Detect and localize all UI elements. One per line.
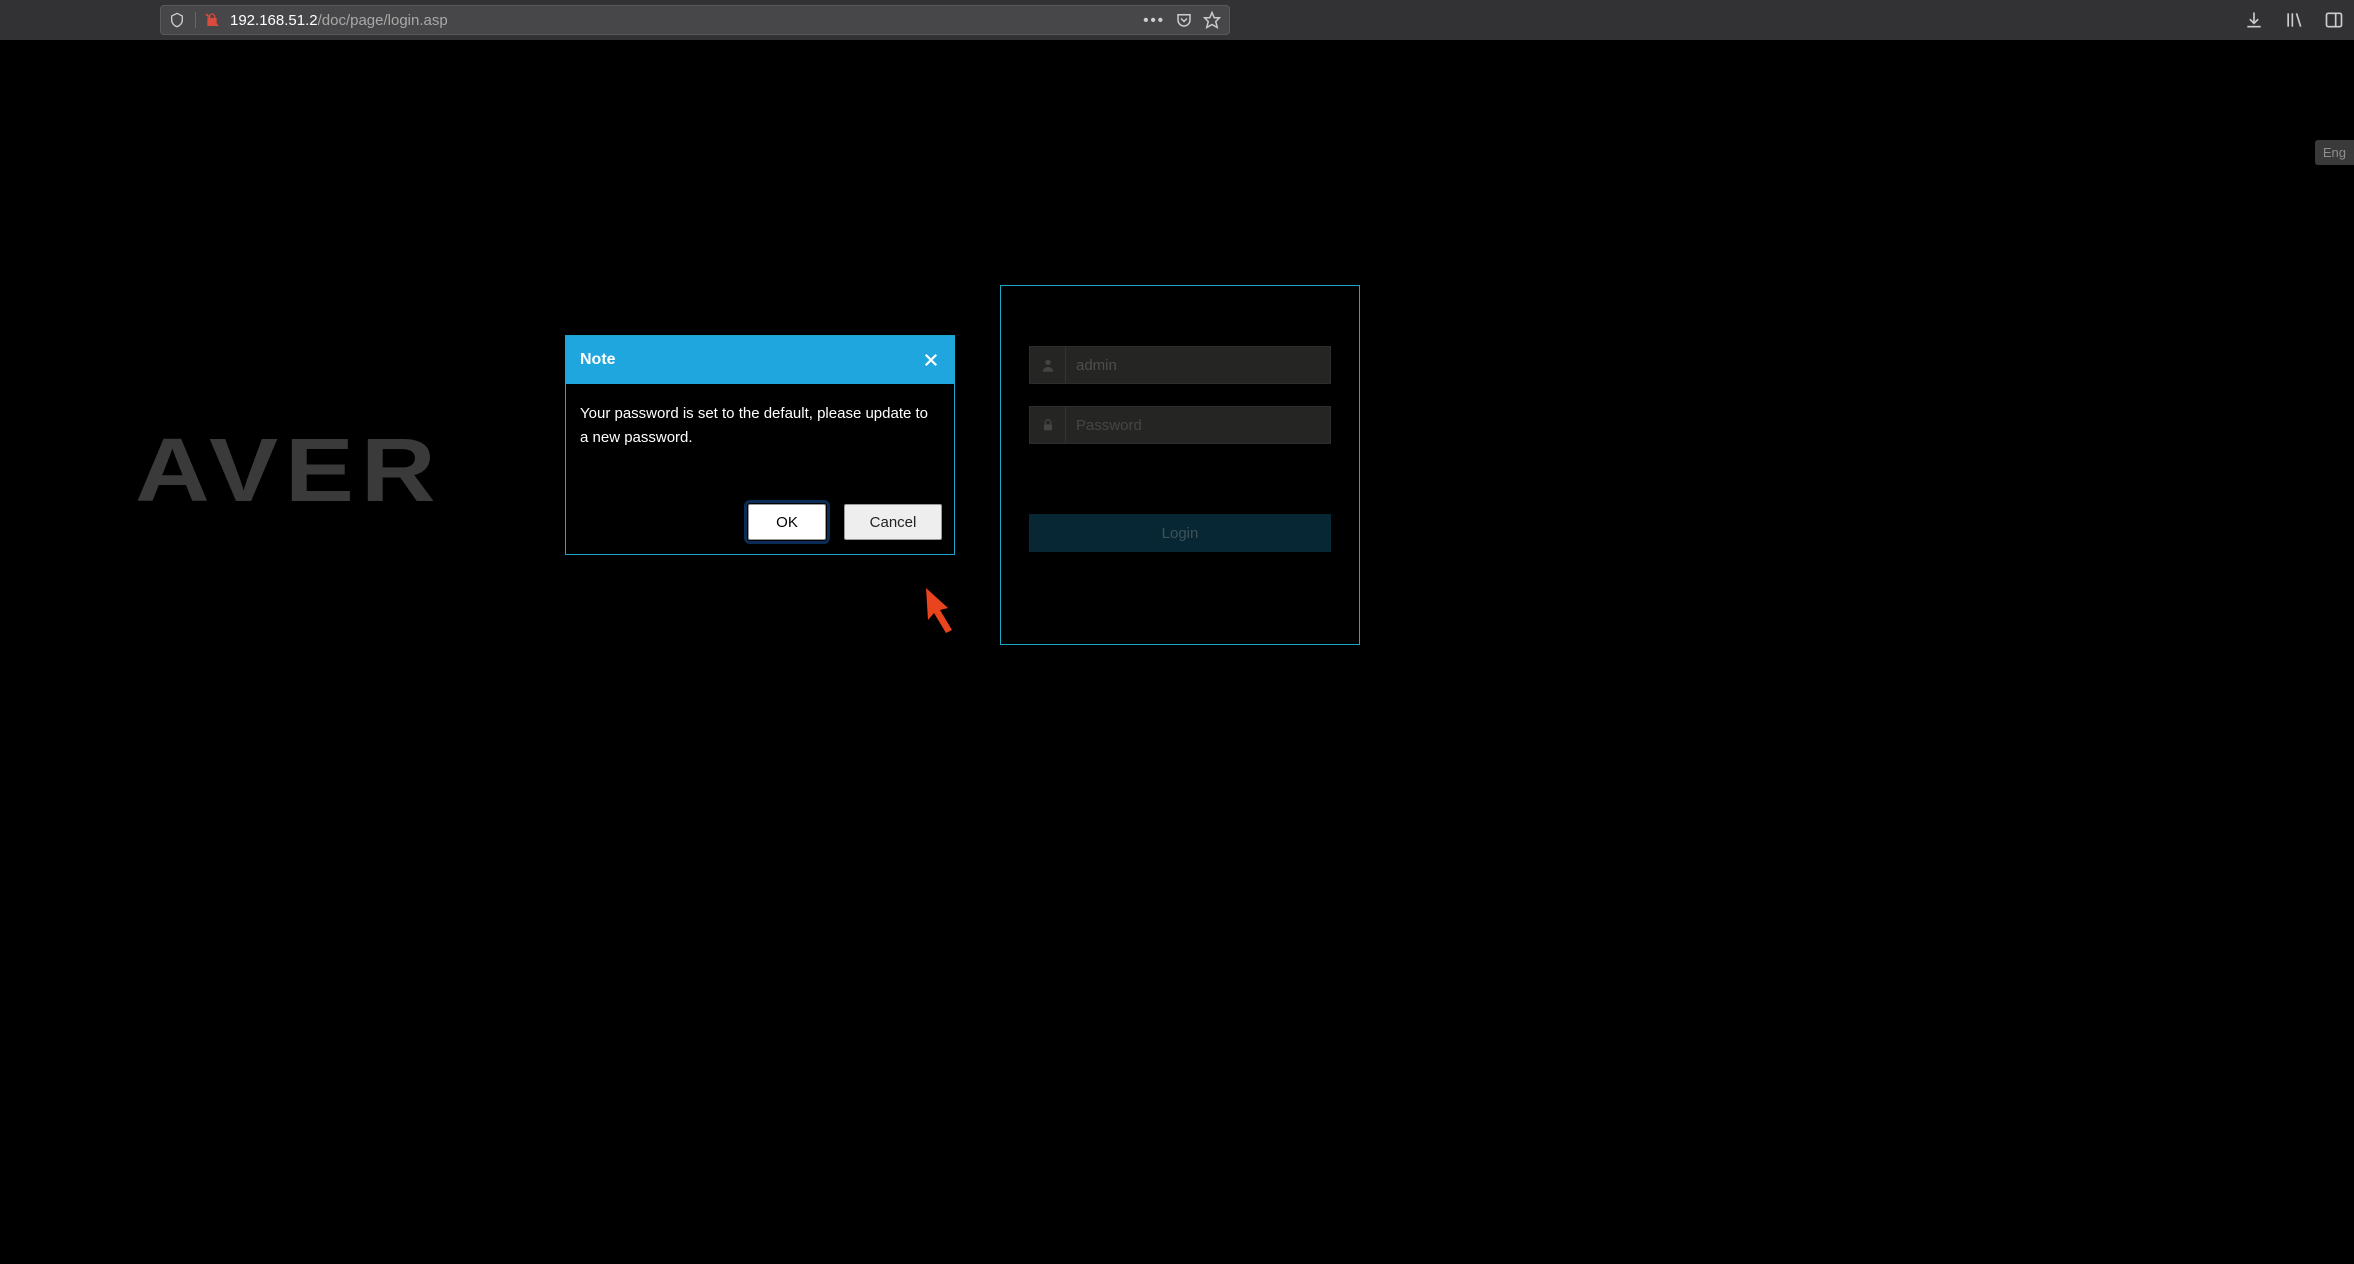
cancel-button[interactable]: Cancel (844, 504, 942, 540)
username-field-wrap (1029, 346, 1331, 384)
pocket-icon[interactable] (1175, 11, 1193, 29)
lock-icon (1030, 407, 1066, 443)
url-bar[interactable]: 192.168.51.2/doc/page/login.asp ••• (160, 5, 1230, 35)
login-panel: Login (1000, 285, 1360, 645)
browser-toolbar: 192.168.51.2/doc/page/login.asp ••• (0, 0, 2354, 40)
dim-overlay (1001, 286, 1359, 644)
ok-button[interactable]: OK (748, 504, 826, 540)
sidebar-icon[interactable] (2324, 10, 2344, 30)
library-icon[interactable] (2284, 10, 2304, 30)
close-icon[interactable] (922, 351, 940, 369)
url-text: 192.168.51.2/doc/page/login.asp (230, 12, 1133, 29)
language-selector[interactable]: Eng (2315, 140, 2354, 165)
brand-logo: AVER (135, 420, 442, 523)
page-content: Eng AVER Login Note Your password is set… (0, 40, 2354, 1264)
more-icon[interactable]: ••• (1143, 12, 1165, 29)
shield-icon (169, 12, 185, 28)
dialog-title: Note (580, 351, 616, 369)
password-field-wrap (1029, 406, 1331, 444)
password-input[interactable] (1066, 407, 1330, 443)
user-icon (1030, 347, 1066, 383)
username-input[interactable] (1066, 347, 1330, 383)
download-icon[interactable] (2244, 10, 2264, 30)
login-button[interactable]: Login (1029, 514, 1331, 552)
annotation-arrow-icon (918, 580, 972, 639)
dialog-header: Note (566, 336, 954, 384)
lock-slash-icon (195, 12, 220, 28)
dialog-message: Your password is set to the default, ple… (566, 384, 954, 494)
note-dialog: Note Your password is set to the default… (565, 335, 955, 555)
star-icon[interactable] (1203, 11, 1221, 29)
dialog-footer: OK Cancel (566, 494, 954, 554)
